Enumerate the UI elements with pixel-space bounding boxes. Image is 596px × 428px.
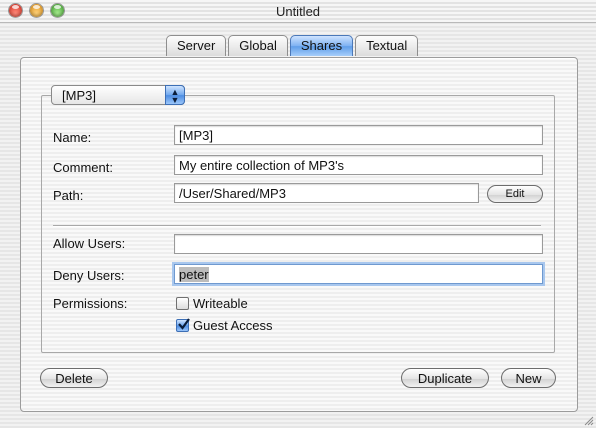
permissions-label: Permissions:: [53, 296, 128, 311]
title-bar[interactable]: Untitled: [0, 0, 596, 23]
delete-button[interactable]: Delete: [40, 368, 108, 388]
new-button[interactable]: New: [501, 368, 556, 388]
deny-users-selected-text: peter: [179, 267, 209, 282]
name-field[interactable]: [MP3]: [174, 125, 543, 145]
edit-path-button[interactable]: Edit: [487, 185, 543, 203]
share-select-popup[interactable]: [MP3] ▲ ▼: [51, 85, 185, 105]
guest-access-label[interactable]: Guest Access: [193, 318, 272, 333]
comment-label: Comment:: [53, 160, 113, 175]
window-title: Untitled: [275, 4, 321, 19]
name-label: Name:: [53, 130, 92, 145]
duplicate-button[interactable]: Duplicate: [401, 368, 489, 388]
updown-arrows-icon: ▲ ▼: [165, 85, 185, 105]
guest-access-checkbox[interactable]: [176, 318, 190, 332]
tab-server[interactable]: Server: [166, 35, 227, 56]
deny-users-label: Deny Users:: [53, 268, 125, 283]
tab-shares[interactable]: Shares: [289, 35, 354, 56]
writeable-label[interactable]: Writeable: [193, 296, 248, 311]
resize-grip-icon[interactable]: [582, 414, 594, 426]
tab-bar: Server Global Shares Textual: [166, 35, 420, 57]
path-label: Path:: [53, 188, 84, 203]
tab-textual[interactable]: Textual: [355, 35, 419, 56]
writeable-checkbox[interactable]: [176, 297, 189, 310]
section-divider: [53, 225, 541, 227]
checkmark-icon: [178, 318, 190, 330]
comment-field[interactable]: My entire collection of MP3's: [174, 155, 543, 175]
allow-users-label: Allow Users:: [53, 236, 126, 251]
deny-users-field[interactable]: peter: [174, 264, 543, 284]
allow-users-field[interactable]: [174, 234, 543, 254]
tab-global[interactable]: Global: [228, 35, 288, 56]
share-select-value: [MP3]: [62, 88, 96, 103]
path-field[interactable]: /User/Shared/MP3: [174, 183, 479, 203]
